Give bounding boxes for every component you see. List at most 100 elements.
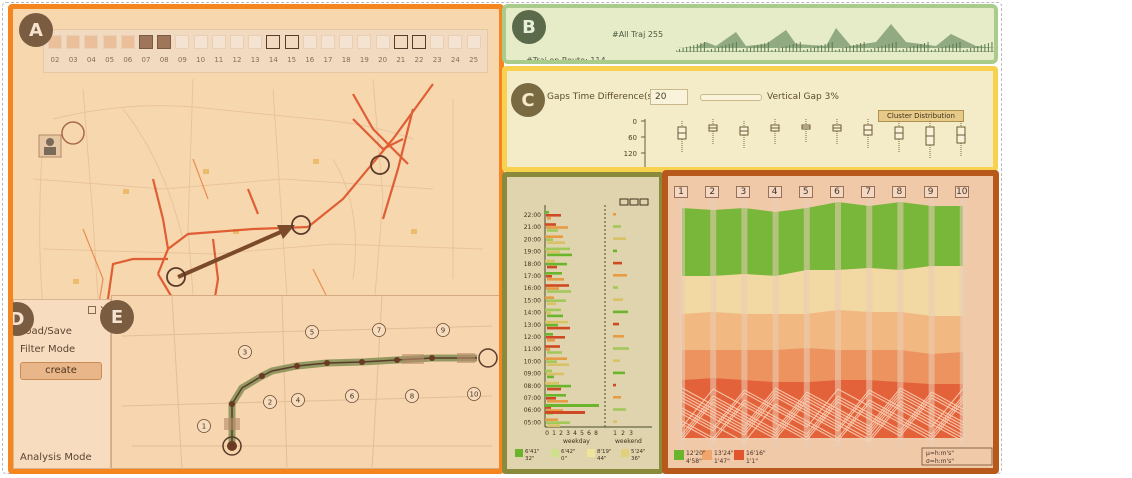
date-cell-25[interactable] xyxy=(466,35,481,49)
flow-legend-text: 1'47" xyxy=(714,458,730,465)
gap-settings-panel: C Gaps Time Difference(s) 20 Vertical Ga… xyxy=(502,66,998,172)
date-label: 08 xyxy=(159,56,169,64)
badge-b: B xyxy=(512,10,546,44)
flow-band xyxy=(682,310,963,354)
date-cell-12[interactable] xyxy=(230,35,244,49)
vertical-gap-slider[interactable] xyxy=(700,94,762,101)
map-panel: A 02 03 04 05 06 07 08 09 10 11 12 13 14 15 16 17 18 19 20… xyxy=(8,4,504,474)
date-cell-11[interactable] xyxy=(211,35,226,49)
weekday-bar xyxy=(546,250,560,254)
weekend-bar xyxy=(613,420,617,423)
column-label-6[interactable]: 6 xyxy=(830,186,844,198)
date-cell-06[interactable] xyxy=(120,35,135,49)
time-histogram[interactable]: 22:00 21:00 20:00 19:00 18:00 17:00 16:00 15:00… xyxy=(507,177,659,469)
weekend-label: weekend xyxy=(615,438,642,445)
hour-label: 17:00 xyxy=(524,273,541,280)
create-button[interactable]: create xyxy=(20,362,102,380)
weekday-bar xyxy=(546,311,551,315)
badge-a: A xyxy=(19,13,53,47)
weekday-bar xyxy=(546,262,567,266)
weekday-bar xyxy=(546,275,552,278)
date-label: 15 xyxy=(287,56,297,64)
date-cell-21[interactable] xyxy=(393,35,408,49)
weekday-bar xyxy=(547,339,555,342)
route-map[interactable]: 1 2 3 4 5 6 7 8 9 10 xyxy=(112,295,502,470)
date-cell-22[interactable] xyxy=(412,35,426,49)
weekend-x-tick: 1 xyxy=(613,430,617,437)
weekday-bar xyxy=(546,421,570,424)
date-label: 25 xyxy=(469,56,479,64)
route-node-label: 7 xyxy=(377,327,381,335)
weekend-bar xyxy=(613,237,626,240)
date-cell-07[interactable] xyxy=(139,35,153,49)
date-cell-08[interactable] xyxy=(157,35,172,49)
route-node-label: 2 xyxy=(268,399,272,407)
date-cell-10[interactable] xyxy=(193,35,208,49)
column-label-9[interactable]: 9 xyxy=(923,186,938,198)
date-cell-16[interactable] xyxy=(302,35,317,49)
column-divider xyxy=(741,198,748,446)
date-cell-24[interactable] xyxy=(448,35,463,49)
weekday-bar xyxy=(547,229,558,232)
minimize-icon[interactable] xyxy=(88,306,96,314)
date-cell-20[interactable] xyxy=(375,35,390,49)
legend-text: 36" xyxy=(631,456,641,462)
date-cell-17[interactable] xyxy=(321,35,335,49)
date-label: 13 xyxy=(250,56,260,64)
analysis-mode-item[interactable]: Analysis Mode xyxy=(20,452,92,463)
weekday-bar xyxy=(546,214,561,217)
hour-label: 19:00 xyxy=(524,249,541,256)
gap-input[interactable]: 20 xyxy=(650,89,688,105)
date-cell-09[interactable] xyxy=(175,35,190,49)
weekday-bar xyxy=(545,404,599,407)
badge-e: E xyxy=(100,300,134,334)
column-label-3[interactable]: 3 xyxy=(736,186,751,198)
date-cell-15[interactable] xyxy=(284,35,299,49)
date-cell-05[interactable] xyxy=(102,35,117,49)
date-cell-14[interactable] xyxy=(266,35,281,49)
weekend-bar xyxy=(613,347,629,350)
hour-label: 14:00 xyxy=(524,310,541,317)
date-label: 24 xyxy=(450,56,460,64)
date-label: 18 xyxy=(341,56,351,64)
route-node-label: 3 xyxy=(243,349,247,357)
date-cell-18[interactable] xyxy=(339,35,354,49)
boxplot-chart[interactable]: 0 60 120 180 xyxy=(617,113,977,171)
route-node-label: 8 xyxy=(410,393,414,401)
weekday-bar xyxy=(545,235,563,238)
histogram-chart[interactable] xyxy=(676,12,996,52)
weekday-bar xyxy=(545,333,553,336)
hour-label: 12:00 xyxy=(524,334,541,341)
weekend-bar xyxy=(613,286,618,289)
column-label-5[interactable]: 5 xyxy=(798,186,813,198)
column-label-7[interactable]: 7 xyxy=(861,186,876,198)
date-cell-04[interactable] xyxy=(84,35,99,49)
column-label-2[interactable]: 2 xyxy=(705,186,720,198)
date-cell-23[interactable] xyxy=(430,35,445,49)
route-node-label: 4 xyxy=(296,397,301,405)
column-label-1[interactable]: 1 xyxy=(674,186,688,198)
column-label-8[interactable]: 8 xyxy=(892,186,907,198)
column-label-4[interactable]: 4 xyxy=(767,186,782,198)
flow-legend: 12'20"4'58" 13'24"1'47" 16'16"1'1" μ=h:m's"… xyxy=(674,447,993,466)
filter-mode-item[interactable]: Filter Mode xyxy=(20,344,75,355)
weekday-label: weekday xyxy=(563,438,590,445)
units-mean: μ=h:m's" xyxy=(926,450,954,457)
weekday-bar xyxy=(547,278,564,281)
flow-chart[interactable] xyxy=(674,198,989,446)
weekday-bar xyxy=(545,418,558,421)
weekday-bar xyxy=(545,211,549,214)
weekday-bar xyxy=(547,363,569,366)
legend-text: 32" xyxy=(525,456,535,462)
legend-text: 0" xyxy=(561,456,567,462)
weekend-bar xyxy=(613,383,616,387)
date-cell-03[interactable] xyxy=(66,35,81,49)
weekday-bar xyxy=(547,217,551,220)
date-label: 14 xyxy=(268,56,278,64)
weekday-bar xyxy=(546,226,568,229)
date-label: 03 xyxy=(68,56,78,64)
column-label-10[interactable]: 10 xyxy=(954,186,969,198)
date-cell-19[interactable] xyxy=(357,35,372,49)
hour-label: 11:00 xyxy=(524,346,541,353)
date-cell-13[interactable] xyxy=(248,35,263,49)
